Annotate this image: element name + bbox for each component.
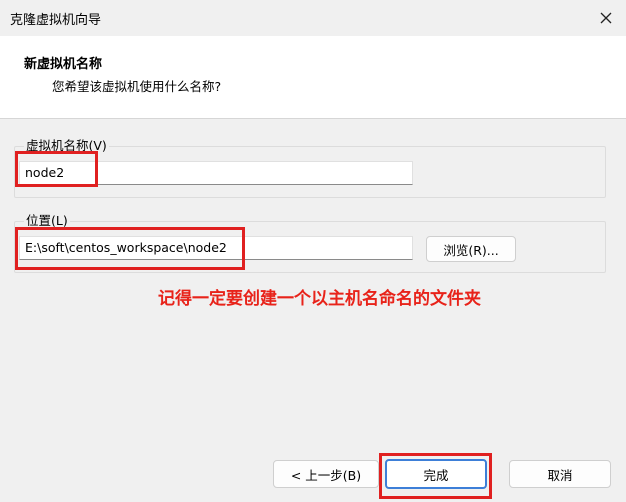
vm-name-input[interactable]: node2: [19, 161, 413, 185]
title-bar: 克隆虚拟机向导: [0, 0, 626, 36]
location-input[interactable]: E:\soft\centos_workspace\node2: [19, 236, 413, 260]
page-title: 新虚拟机名称: [24, 57, 103, 72]
finish-button[interactable]: 完成: [385, 459, 487, 489]
wizard-header: 新虚拟机名称 您希望该虚拟机使用什么名称?: [0, 36, 626, 119]
close-button[interactable]: [586, 0, 626, 36]
annotation-note: 记得一定要创建一个以主机名命名的文件夹: [158, 289, 481, 309]
back-button[interactable]: < 上一步(B): [273, 460, 379, 488]
cancel-button[interactable]: 取消: [509, 460, 611, 488]
window-title: 克隆虚拟机向导: [10, 13, 102, 28]
page-subtitle: 您希望该虚拟机使用什么名称?: [52, 79, 222, 94]
name-label: 虚拟机名称(V): [24, 138, 109, 154]
close-icon: [600, 12, 612, 24]
browse-button[interactable]: 浏览(R)...: [426, 236, 516, 262]
location-label: 位置(L): [24, 213, 70, 229]
